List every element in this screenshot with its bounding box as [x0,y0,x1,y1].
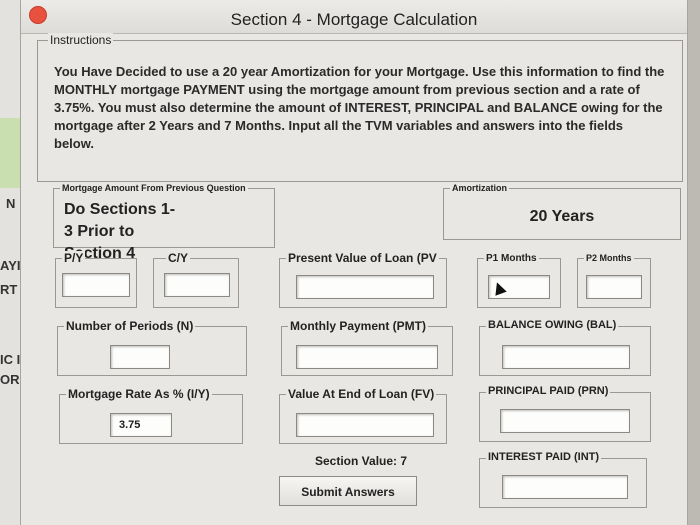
fv-group: Value At End of Loan (FV) [279,387,447,444]
pmt-input[interactable] [296,345,438,369]
prn-label: PRINCIPAL PAID (PRN) [486,385,611,397]
instructions-label: Instructions [48,33,114,47]
cy-label: C/Y [166,251,191,265]
p1-group: P1 Months [477,253,561,308]
prn-input[interactable] [500,409,630,433]
amortization-value: 20 Years [529,208,595,225]
pmt-group: Monthly Payment (PMT) [281,319,453,376]
pv-label: Present Value of Loan (PV [286,251,439,265]
fv-input[interactable] [296,413,434,437]
cy-group: C/Y [153,251,239,308]
submit-answers-button[interactable]: Submit Answers [279,476,417,506]
pv-group: Present Value of Loan (PV [279,251,447,308]
iy-label: Mortgage Rate As % (I/Y) [66,387,212,401]
py-group: P/Y [55,251,137,308]
iy-input[interactable]: 3.75 [110,413,172,437]
window-title: Section 4 - Mortgage Calculation [230,10,478,29]
amortization-group: Amortization 20 Years [443,183,681,240]
instructions-text: You Have Decided to use a 20 year Amorti… [54,64,665,151]
n-group: Number of Periods (N) [57,319,247,376]
pv-input[interactable] [296,275,434,299]
bal-group: BALANCE OWING (BAL) [479,319,651,376]
instructions-group: Instructions You Have Decided to use a 2… [37,33,683,182]
mortgage-amount-group: Mortgage Amount From Previous Question D… [53,183,275,262]
amortization-label: Amortization [450,183,509,193]
p2-input[interactable] [586,275,642,299]
background-text-fragment: N [6,196,16,211]
background-text-fragment: IC I [0,352,21,367]
background-text-fragment: OR [0,372,20,387]
iy-group: Mortgage Rate As % (I/Y) 3.75 [59,387,243,444]
bal-label: BALANCE OWING (BAL) [486,319,619,331]
prn-group: PRINCIPAL PAID (PRN) [479,385,651,442]
p2-label: P2 Months [584,253,634,263]
py-label: P/Y [62,251,86,265]
title-bar: Section 4 - Mortgage Calculation [21,0,687,34]
section-value: Section Value: 7 [315,454,408,468]
background-app-highlight [0,118,22,188]
cy-input[interactable] [164,273,230,297]
fv-label: Value At End of Loan (FV) [286,387,437,401]
n-label: Number of Periods (N) [64,319,196,333]
int-input[interactable] [502,475,628,499]
mortgage-amount-label: Mortgage Amount From Previous Question [60,183,248,193]
n-input[interactable] [110,345,170,369]
pmt-label: Monthly Payment (PMT) [288,319,429,333]
int-label: INTEREST PAID (INT) [486,451,602,463]
p2-group: P2 Months [577,253,651,308]
background-text-fragment: RT [0,282,18,297]
p1-label: P1 Months [484,253,539,264]
bal-input[interactable] [502,345,630,369]
background-text-fragment: AYI [0,258,21,273]
int-group: INTEREST PAID (INT) [479,451,647,508]
py-input[interactable] [62,273,130,297]
mortgage-calculation-window: Section 4 - Mortgage Calculation Instruc… [20,0,688,525]
